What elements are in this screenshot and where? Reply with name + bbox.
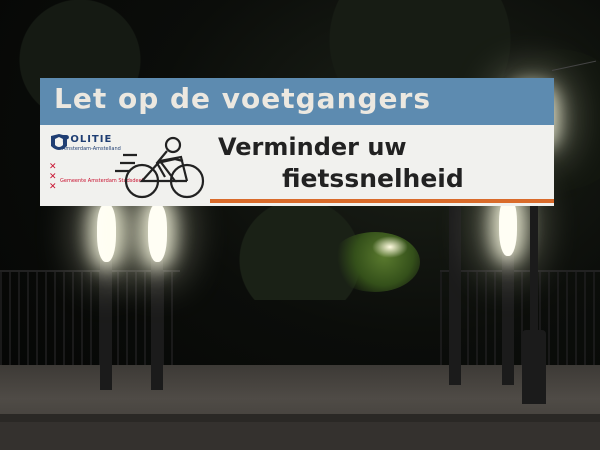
traffic-banner: Let op de voetgangers POLITIE Amsterdam-… bbox=[40, 78, 554, 206]
amsterdam-xxx-icon: ✕ ✕ ✕ bbox=[49, 162, 57, 192]
street bbox=[0, 422, 600, 450]
night-street-scene: Let op de voetgangers POLITIE Amsterdam-… bbox=[0, 0, 600, 450]
lamp-pole-base bbox=[522, 330, 546, 404]
street-lamp-icon bbox=[148, 204, 167, 262]
banner-accent-stripe bbox=[210, 199, 554, 203]
police-subtitle: Amsterdam-Amstelland bbox=[62, 146, 121, 152]
police-wordmark: POLITIE bbox=[62, 134, 113, 145]
banner-line-2: fietssnelheid bbox=[282, 164, 464, 193]
banner-headline: Let op de voetgangers bbox=[54, 82, 432, 115]
distant-lamp-glow bbox=[372, 236, 408, 258]
street-lamp-icon bbox=[499, 198, 517, 256]
gate-post-right-1 bbox=[449, 185, 461, 385]
banner-line-1: Verminder uw bbox=[218, 133, 407, 161]
street-lamp-icon bbox=[97, 204, 116, 262]
curb bbox=[0, 414, 600, 422]
cyclist-illustration-icon bbox=[115, 136, 205, 199]
